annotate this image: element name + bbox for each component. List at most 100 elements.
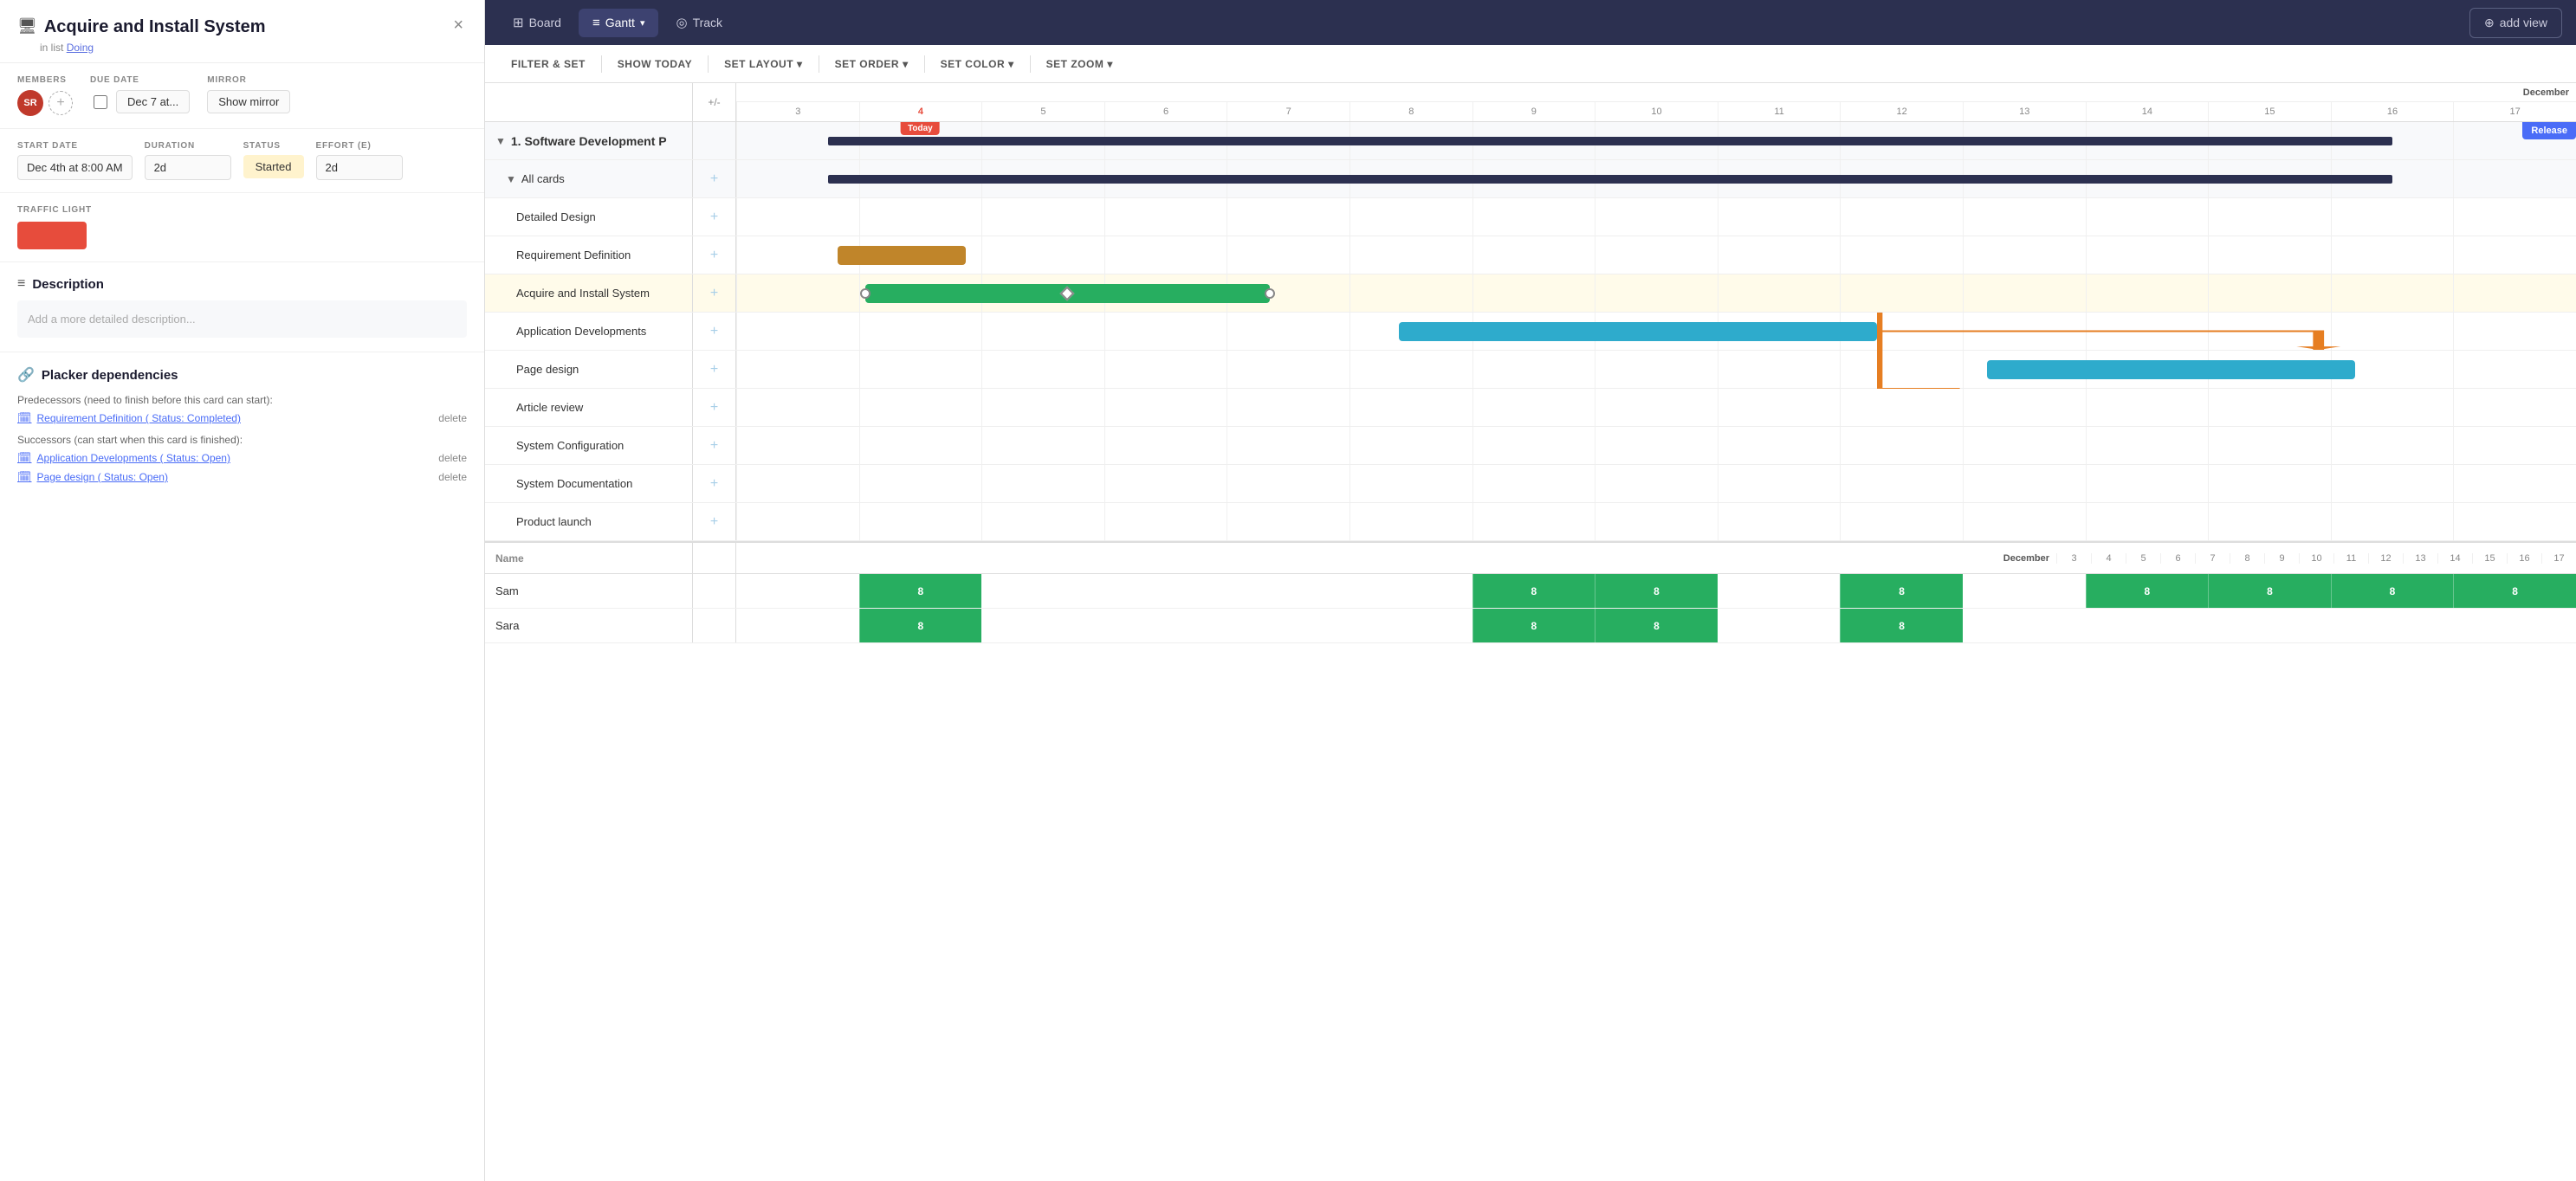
successor-link-2[interactable]: 🗓 Page design ( Status: Open) bbox=[17, 470, 168, 484]
grid-cell-6 bbox=[1104, 503, 1227, 540]
collapse-icon[interactable]: ▼ bbox=[495, 135, 506, 147]
product-launch-name: Product launch bbox=[485, 503, 693, 540]
gantt-tab[interactable]: ≡ Gantt ▾ bbox=[579, 9, 659, 37]
grid-cell-3 bbox=[736, 503, 859, 540]
grid-cell-12 bbox=[1840, 351, 1963, 388]
page-design-plus-icon[interactable]: + bbox=[710, 362, 718, 378]
list-link[interactable]: Doing bbox=[67, 42, 94, 54]
gantt-all-cards-pm: + bbox=[693, 160, 736, 197]
grid-cell-11 bbox=[1718, 274, 1841, 312]
grid-cell-5 bbox=[981, 427, 1104, 464]
grid-cell-10 bbox=[1595, 274, 1718, 312]
resource-cell-12: 8 bbox=[2208, 574, 2331, 608]
successor-row-2: 🗓 Page design ( Status: Open) delete bbox=[17, 470, 467, 484]
gantt-group-pm bbox=[693, 122, 736, 159]
show-mirror-button[interactable]: Show mirror bbox=[207, 90, 290, 113]
resource-cell-0 bbox=[736, 609, 859, 642]
page-design-name: Page design bbox=[485, 351, 693, 388]
effort-label: EFFORT (E) bbox=[316, 141, 403, 151]
grid-cell-4 bbox=[859, 351, 982, 388]
set-zoom-label: SET ZOOM bbox=[1046, 58, 1104, 70]
set-color-button[interactable]: SET COLOR ▾ bbox=[932, 53, 1023, 75]
gantt-row-detailed-design: Detailed Design + bbox=[485, 198, 2576, 236]
resource-cell-1: 8 bbox=[859, 574, 982, 608]
gantt-row-page-design: Page design + bbox=[485, 351, 2576, 389]
resource-cell-3 bbox=[1104, 609, 1227, 642]
status-button[interactable]: Started bbox=[243, 155, 304, 178]
card-header: 🖥 Acquire and Install System × in list D… bbox=[0, 0, 484, 63]
set-order-button[interactable]: SET ORDER ▾ bbox=[826, 53, 917, 75]
grid-cell-10 bbox=[1595, 427, 1718, 464]
sys-doc-name: System Documentation bbox=[485, 465, 693, 502]
detailed-design-plus-icon[interactable]: + bbox=[710, 210, 718, 225]
all-cards-bar bbox=[828, 175, 2392, 184]
all-cards-plus-icon[interactable]: + bbox=[710, 171, 718, 187]
grid-cell-14 bbox=[2086, 465, 2209, 502]
resource-cell-5 bbox=[1349, 574, 1472, 608]
article-review-plus-icon[interactable]: + bbox=[710, 400, 718, 416]
resource-cell-10 bbox=[1963, 574, 2086, 608]
resource-cell-13: 8 bbox=[2331, 574, 2454, 608]
description-input[interactable]: Add a more detailed description... bbox=[17, 300, 467, 338]
successor-delete-button-1[interactable]: delete bbox=[438, 452, 467, 464]
sys-doc-plus-icon[interactable]: + bbox=[710, 476, 718, 492]
grid-cell-13 bbox=[1963, 465, 2086, 502]
traffic-light-box[interactable] bbox=[17, 222, 87, 249]
grid-cell-11 bbox=[1718, 503, 1841, 540]
predecessor-text: Requirement Definition ( Status: Complet… bbox=[37, 412, 241, 424]
predecessor-delete-button[interactable]: delete bbox=[438, 412, 467, 424]
requirement-definition-plus-icon[interactable]: + bbox=[710, 248, 718, 263]
grid-cell-3 bbox=[736, 313, 859, 350]
gantt-all-cards-row: ▼ All cards + bbox=[485, 160, 2576, 198]
due-date-checkbox[interactable] bbox=[94, 95, 107, 109]
duration-value[interactable]: 2d bbox=[145, 155, 231, 180]
effort-value[interactable]: 2d bbox=[316, 155, 403, 180]
add-member-button[interactable]: + bbox=[49, 91, 73, 115]
sys-config-name: System Configuration bbox=[485, 427, 693, 464]
start-date-label: START DATE bbox=[17, 141, 133, 151]
set-layout-button[interactable]: SET LAYOUT ▾ bbox=[715, 53, 811, 75]
all-cards-collapse-icon[interactable]: ▼ bbox=[506, 173, 516, 185]
resource-cell-2 bbox=[981, 609, 1104, 642]
grid-cell-5 bbox=[981, 236, 1104, 274]
track-tab[interactable]: ◎ Track bbox=[662, 8, 736, 37]
board-tab[interactable]: ⊞ Board bbox=[499, 8, 575, 37]
gantt-row-sys-config: System Configuration + bbox=[485, 427, 2576, 465]
product-launch-plus-icon[interactable]: + bbox=[710, 514, 718, 530]
pm-col-label: +/- bbox=[708, 96, 720, 108]
members-label: MEMBERS bbox=[17, 75, 73, 85]
app-dev-plus-icon[interactable]: + bbox=[710, 324, 718, 339]
successor-link-1[interactable]: 🗓 Application Developments ( Status: Ope… bbox=[17, 451, 230, 465]
gantt-all-cards-name: ▼ All cards bbox=[485, 160, 693, 197]
resource-cell-10 bbox=[1963, 609, 2086, 642]
app-dev-bar bbox=[1399, 322, 1877, 341]
grid-cell-7 bbox=[1227, 351, 1349, 388]
grid-cell-13 bbox=[1963, 313, 2086, 350]
grid-cell-15 bbox=[2208, 427, 2331, 464]
gantt-days-header: 34567891011121314151617 bbox=[736, 102, 2576, 121]
add-view-button[interactable]: ⊕ add view bbox=[2469, 8, 2562, 38]
start-date-value[interactable]: Dec 4th at 8:00 AM bbox=[17, 155, 133, 180]
set-zoom-button[interactable]: SET ZOOM ▾ bbox=[1038, 53, 1122, 75]
grid-cell-13 bbox=[1963, 389, 2086, 426]
sam-name: Sam bbox=[485, 574, 693, 608]
filter-button[interactable]: FILTER & SET bbox=[502, 53, 594, 75]
deps-icon: 🔗 bbox=[17, 366, 35, 384]
grid-cell-8 bbox=[1349, 274, 1472, 312]
app-dev-name: Application Developments bbox=[485, 313, 693, 350]
resource-day-cell-10: 10 bbox=[2299, 553, 2333, 564]
gantt-tab-label: Gantt bbox=[605, 16, 635, 29]
grid-cell-12 bbox=[1840, 465, 1963, 502]
acquire-plus-icon[interactable]: + bbox=[710, 286, 718, 301]
grid-cell-11 bbox=[1718, 198, 1841, 236]
due-date-button[interactable]: Dec 7 at... bbox=[116, 90, 190, 113]
add-view-label: add view bbox=[2500, 16, 2547, 29]
successor-delete-button-2[interactable]: delete bbox=[438, 471, 467, 483]
gantt-icon: ≡ bbox=[592, 16, 600, 30]
predecessor-link[interactable]: 🗓 Requirement Definition ( Status: Compl… bbox=[17, 411, 241, 425]
close-button[interactable]: × bbox=[450, 16, 467, 35]
sys-config-plus-icon[interactable]: + bbox=[710, 438, 718, 454]
grid-cell-4 bbox=[859, 503, 982, 540]
gantt-day-cell-5: 5 bbox=[981, 102, 1104, 121]
show-today-button[interactable]: SHOW TODAY bbox=[609, 53, 701, 75]
